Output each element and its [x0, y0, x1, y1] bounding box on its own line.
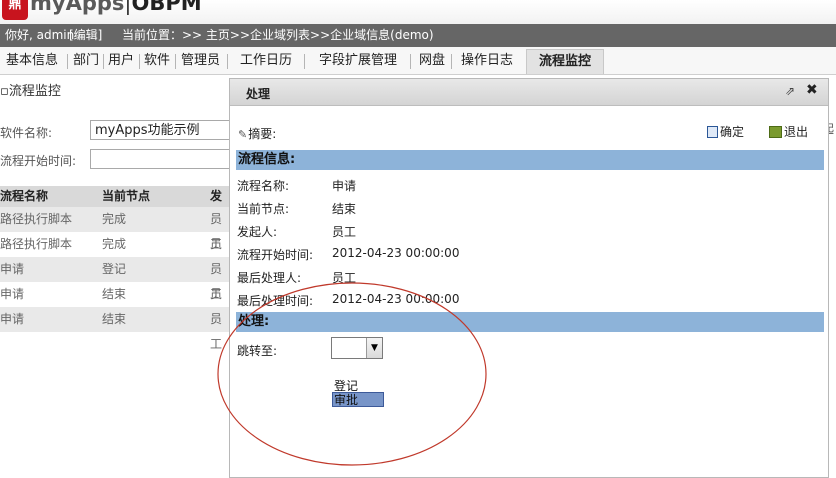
logo: myApps|OBPM	[30, 0, 202, 15]
jump-to-label: 跳转至:	[237, 344, 278, 358]
jump-to-select[interactable]: ▼	[331, 337, 383, 359]
pencil-icon: ✎	[238, 128, 248, 141]
tab-separator	[103, 54, 104, 69]
confirm-button-label: 确定	[720, 125, 745, 139]
tab-work-calendar[interactable]: 工作日历	[240, 50, 292, 72]
confirm-button[interactable]: 确定	[707, 123, 744, 140]
field-value: 员工	[332, 271, 357, 285]
page-title: ▫流程监控	[0, 84, 61, 99]
tab-separator	[139, 54, 140, 69]
field-label: 发起人:	[237, 225, 278, 239]
breadcrumb: 当前位置：>> 主页>>企业域列表>>企业域信息(demo)	[122, 28, 434, 42]
restore-icon[interactable]: ⇗	[785, 84, 795, 98]
tab-admins[interactable]: 管理员	[181, 50, 220, 72]
tab-flow-monitor[interactable]: 流程监控	[526, 49, 605, 74]
cell-flow-name: 路径执行脚本	[0, 212, 73, 226]
field-label: 最后处理人:	[237, 271, 302, 285]
cell-current-node: 结束	[102, 312, 127, 326]
cell-current-node: 完成	[102, 212, 127, 226]
tab-separator	[175, 54, 176, 69]
table-row[interactable]: 路径执行脚本 完成 员工	[0, 232, 232, 276]
user-greeting: 你好, admin	[5, 28, 75, 42]
field-value: 结束	[332, 202, 357, 216]
tab-basic-info[interactable]: 基本信息	[6, 50, 58, 72]
start-time-label: 流程开始时间:	[0, 154, 77, 168]
tab-software[interactable]: 软件	[144, 50, 170, 72]
tab-separator	[410, 54, 411, 69]
dialog-header[interactable]: 处理 ⇗ ✖	[230, 79, 828, 106]
logo-text: myApps	[30, 0, 125, 15]
save-icon	[707, 126, 718, 138]
process-heading: 处理:	[236, 312, 824, 332]
column-header-flow-name[interactable]: 流程名称	[0, 186, 48, 207]
cell-current-node: 登记	[102, 262, 127, 276]
dialog-title: 处理	[246, 87, 271, 101]
tab-separator	[304, 54, 305, 69]
logo-icon: 鼎	[2, 0, 28, 20]
tab-field-extension[interactable]: 字段扩展管理	[319, 50, 397, 72]
column-header-current-node[interactable]: 当前节点	[102, 186, 150, 207]
software-input[interactable]: myApps功能示例	[90, 120, 230, 140]
field-value: 申请	[332, 179, 357, 193]
table-row[interactable]: 申请 结束 员工	[0, 282, 232, 326]
cell-flow-name: 申请	[0, 287, 25, 301]
field-value: 2012-04-23 00:00:00	[332, 292, 460, 306]
cell-flow-name: 申请	[0, 262, 25, 276]
field-label: 流程开始时间:	[237, 248, 314, 262]
process-dialog: 处理 ⇗ ✖ ✎摘要: 确定 退出 流程信息: 流程名称: 申请 当前节点: 结…	[229, 78, 829, 478]
cell-flow-name: 路径执行脚本	[0, 237, 73, 251]
cell-flow-name: 申请	[0, 312, 25, 326]
cell-current-node: 完成	[102, 237, 127, 251]
start-time-input[interactable]	[90, 149, 230, 169]
app-header: 鼎 myApps|OBPM	[0, 0, 836, 24]
field-label: 当前节点:	[237, 202, 290, 216]
flow-info-heading: 流程信息:	[236, 150, 824, 170]
exit-button-label: 退出	[784, 125, 809, 139]
edit-profile-link[interactable]: [编辑]	[69, 24, 102, 47]
dropdown-option-highlighted[interactable]: 审批	[332, 392, 384, 407]
page-title-text: 流程监控	[8, 84, 61, 99]
field-label: 最后处理时间:	[237, 294, 314, 308]
summary-label[interactable]: ✎摘要:	[238, 125, 276, 142]
tab-department[interactable]: 部门	[73, 50, 99, 72]
field-label: 流程名称:	[237, 179, 290, 193]
tab-bar: 基本信息 部门 用户 软件 管理员 工作日历 字段扩展管理 网盘 操作日志 流程…	[0, 47, 836, 75]
field-value: 2012-04-23 00:00:00	[332, 246, 460, 260]
field-value: 员工	[332, 225, 357, 239]
summary-label-text: 摘要:	[248, 127, 277, 141]
exit-button[interactable]: 退出	[769, 123, 808, 140]
logo-product: OBPM	[131, 0, 202, 15]
tab-separator	[67, 54, 68, 69]
cell-current-node: 结束	[102, 287, 127, 301]
user-bar: 你好, admin [编辑] 当前位置：>> 主页>>企业域列表>>企业域信息(…	[0, 24, 836, 47]
close-icon[interactable]: ✖	[806, 82, 818, 98]
tab-separator	[227, 54, 228, 69]
table-header: 流程名称 当前节点 发起	[0, 186, 232, 224]
tab-separator	[451, 54, 452, 69]
table-row[interactable]: 申请 登记 员工	[0, 257, 232, 301]
table-row[interactable]: 申请 结束 员工	[0, 307, 232, 351]
table-row[interactable]: 路径执行脚本 完成 员工	[0, 207, 232, 251]
software-label: 软件名称:	[0, 126, 53, 140]
tab-operation-log[interactable]: 操作日志	[461, 50, 513, 72]
exit-icon	[769, 126, 782, 138]
tab-users[interactable]: 用户	[108, 50, 134, 72]
tab-netdisk[interactable]: 网盘	[419, 50, 445, 72]
dropdown-arrow-icon[interactable]: ▼	[366, 338, 382, 358]
